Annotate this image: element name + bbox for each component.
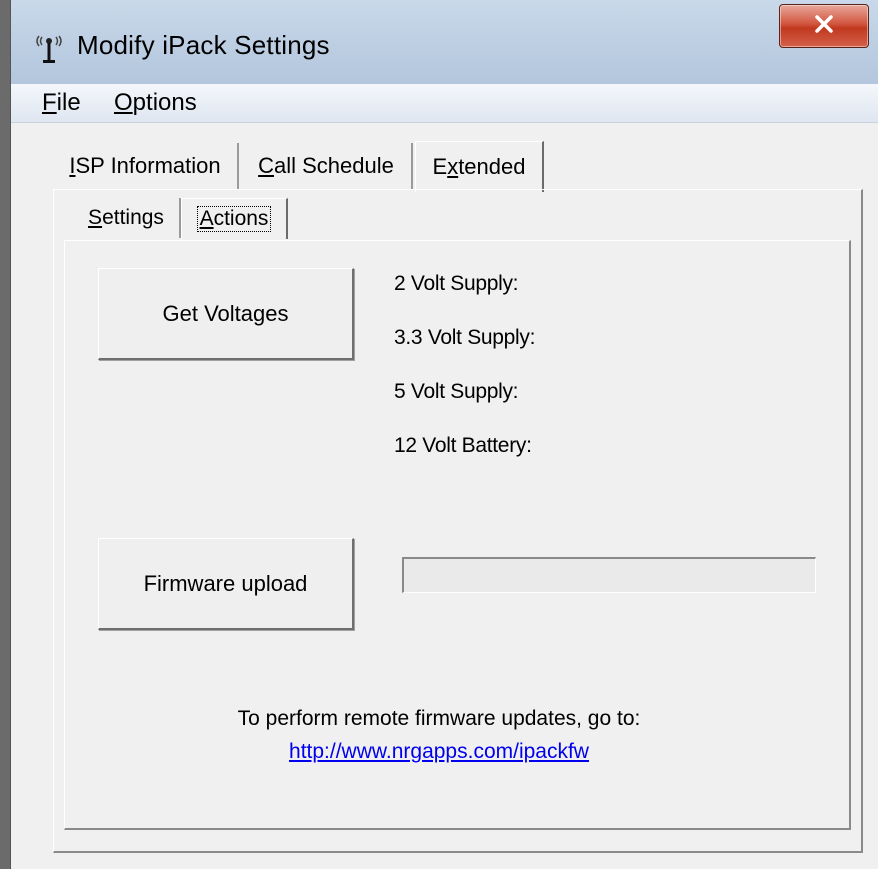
subtab-settings[interactable]: Settings bbox=[73, 198, 181, 238]
subtab-actions[interactable]: Actions bbox=[181, 198, 288, 239]
voltage-5v-label: 5 Volt Supply: bbox=[394, 380, 519, 403]
ipackfw-link[interactable]: http://www.nrgapps.com/ipackfw bbox=[289, 740, 589, 763]
battery-12v-label: 12 Volt Battery: bbox=[394, 434, 532, 457]
voltage-3-3v-label: 3.3 Volt Supply: bbox=[394, 326, 536, 349]
tab-isp-information[interactable]: ISP Information bbox=[53, 143, 239, 189]
menu-options[interactable]: Options bbox=[114, 89, 197, 117]
menu-bar: File Options bbox=[11, 84, 878, 123]
menu-file[interactable]: File bbox=[42, 89, 81, 117]
window-title: Modify iPack Settings bbox=[77, 30, 330, 60]
close-button[interactable] bbox=[779, 4, 869, 48]
firmware-upload-progress-bar bbox=[402, 557, 816, 593]
title-bar[interactable]: Modify iPack Settings bbox=[11, 0, 878, 85]
voltage-2v-label: 2 Volt Supply: bbox=[394, 272, 519, 295]
get-voltages-button[interactable]: Get Voltages bbox=[98, 268, 354, 360]
tab-extended[interactable]: Extended bbox=[415, 141, 544, 192]
antenna-icon bbox=[29, 24, 69, 64]
tab-call-schedule[interactable]: Call Schedule bbox=[241, 143, 413, 189]
close-icon bbox=[813, 13, 835, 40]
firmware-upload-button[interactable]: Firmware upload bbox=[98, 538, 354, 630]
remote-update-note: To perform remote firmware updates, go t… bbox=[237, 707, 641, 730]
